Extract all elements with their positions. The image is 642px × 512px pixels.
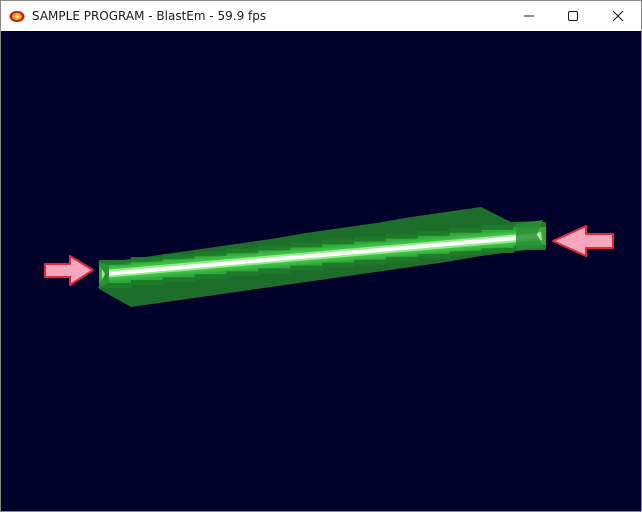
maximize-button[interactable] [550,1,596,31]
minimize-icon [524,15,534,17]
laser-beam [98,207,546,307]
maximize-icon [568,11,578,21]
blastem-app-icon [9,8,25,24]
close-button[interactable] [595,1,641,31]
arrow-left-icon [552,225,614,257]
left-arrow-marker [44,255,94,286]
app-window: SAMPLE PROGRAM - BlastEm - 59.9 fps [0,0,642,512]
arrow-right-icon [44,255,94,286]
right-arrow-marker [552,225,614,257]
game-viewport[interactable] [1,31,641,511]
close-icon [612,10,624,22]
minimize-button[interactable] [506,1,552,31]
game-scene [44,207,614,307]
window-title: SAMPLE PROGRAM - BlastEm - 59.9 fps [32,9,267,23]
title-bar[interactable]: SAMPLE PROGRAM - BlastEm - 59.9 fps [1,1,641,31]
